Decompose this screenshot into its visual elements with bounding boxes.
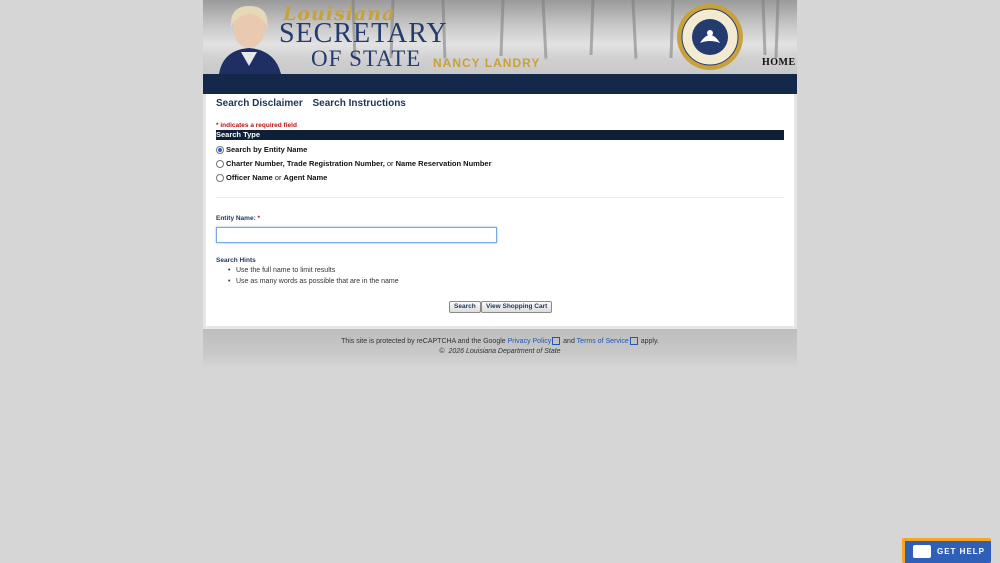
radio-officer-agent-row[interactable]: Officer Name or Agent Name <box>216 173 327 182</box>
search-tabs: Search Disclaimer Search Instructions <box>216 98 413 109</box>
state-seal-icon <box>677 4 743 70</box>
radio-entity-name[interactable] <box>216 145 224 154</box>
radio-charter-label-b: Name Reservation Number <box>395 159 492 168</box>
entity-name-label-text: Entity Name: <box>216 215 256 222</box>
get-help-widget[interactable]: GET HELP <box>902 538 991 563</box>
required-field-note: * indicates a required field <box>216 122 297 129</box>
chat-bubble-icon <box>913 545 931 558</box>
radio-charter-label-a: Charter Number, Trade Registration Numbe… <box>226 159 385 168</box>
nav-bar <box>203 74 797 94</box>
secretary-title: SECRETARY <box>279 18 448 49</box>
search-hint-item: Use the full name to limit results <box>228 266 399 277</box>
secretary-portrait <box>219 6 281 74</box>
view-shopping-cart-button[interactable]: View Shopping Cart <box>481 301 553 313</box>
of-state-title: OF STATE <box>311 46 422 71</box>
privacy-policy-link[interactable]: Privacy Policy <box>508 338 552 345</box>
radio-agent-label: Agent Name <box>283 173 328 182</box>
radio-charter-label-or: or <box>384 159 396 168</box>
entity-name-input[interactable] <box>216 227 497 243</box>
radio-charter-number-row[interactable]: Charter Number, Trade Registration Numbe… <box>216 159 492 168</box>
terms-of-service-link[interactable]: Terms of Service <box>577 338 629 345</box>
secretary-name: NANCY LANDRY <box>433 56 541 70</box>
section-divider <box>216 197 784 198</box>
search-button[interactable]: Search <box>449 301 481 313</box>
page-wrapper: Louisiana SECRETARY OF STATE NANCY LANDR… <box>203 0 797 369</box>
external-link-icon <box>629 337 638 345</box>
copyright: © 2026 Louisiana Department of State <box>203 348 797 355</box>
footer: This site is protected by reCAPTCHA and … <box>203 329 797 369</box>
search-type-header: Search Type <box>216 130 784 140</box>
search-hint-item: Use as many words as possible that are i… <box>228 277 399 288</box>
radio-entity-name-row[interactable]: Search by Entity Name <box>216 145 307 154</box>
header-banner: Louisiana SECRETARY OF STATE NANCY LANDR… <box>203 0 797 74</box>
required-asterisk: * <box>257 215 261 222</box>
recaptcha-text: This site is protected by reCAPTCHA and … <box>341 337 506 345</box>
copyright-symbol: © <box>439 348 445 355</box>
search-hints-title: Search Hints <box>216 257 256 264</box>
copyright-text: 2026 Louisiana Department of State <box>448 348 561 355</box>
radio-officer-label-or: or <box>272 173 284 182</box>
radio-officer-label: Officer Name <box>226 173 273 182</box>
search-disclaimer-link[interactable]: Search Disclaimer <box>216 98 303 109</box>
recaptcha-notice: This site is protected by reCAPTCHA and … <box>203 337 797 345</box>
search-panel: Search Disclaimer Search Instructions * … <box>203 94 797 329</box>
get-help-button[interactable]: GET HELP <box>905 541 991 563</box>
and-text: and <box>563 337 575 345</box>
radio-charter-number[interactable] <box>216 159 224 168</box>
search-instructions-link[interactable]: Search Instructions <box>313 98 406 109</box>
apply-text: apply. <box>640 337 659 345</box>
external-link-icon <box>552 337 561 345</box>
radio-officer-agent[interactable] <box>216 173 224 182</box>
get-help-label: GET HELP <box>937 547 986 556</box>
radio-entity-name-label: Search by Entity Name <box>226 145 308 154</box>
home-link[interactable]: HOME <box>762 57 796 68</box>
search-hints-list: Use the full name to limit results Use a… <box>228 266 399 288</box>
entity-name-label: Entity Name: * <box>216 215 260 222</box>
